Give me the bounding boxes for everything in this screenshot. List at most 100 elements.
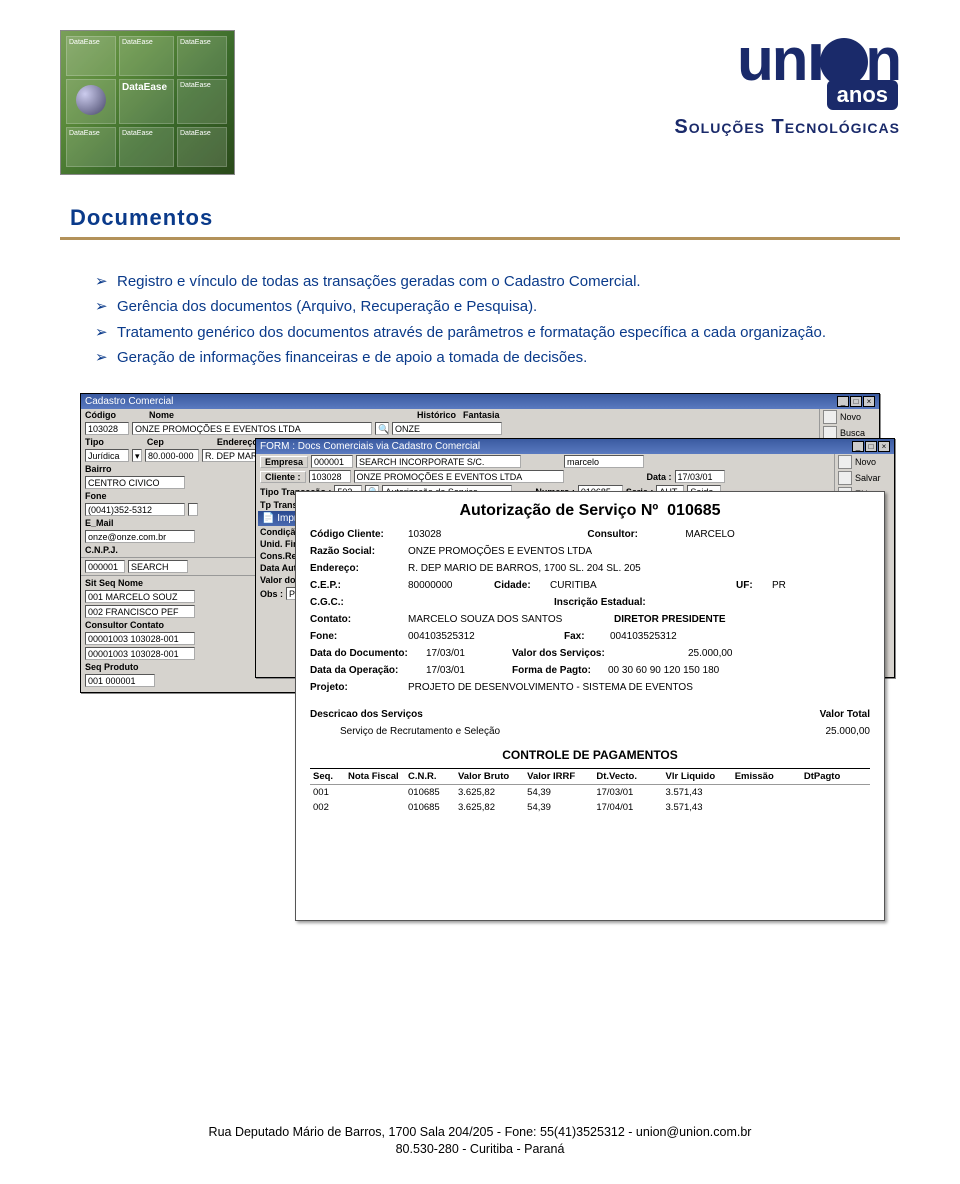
product-logo-collage: DataEase DataEase DataEase DataEase Data… <box>60 30 235 175</box>
hist-icon[interactable]: 🔍 <box>375 422 389 435</box>
logo-tile: DataEase <box>66 127 116 167</box>
lbl-fax: Fax: <box>564 631 604 642</box>
max-icon[interactable]: □ <box>850 396 862 407</box>
brand-tagline: Soluções Tecnológicas <box>674 116 900 139</box>
field-codigo[interactable]: 103028 <box>85 422 129 435</box>
section-title: Documentos <box>70 205 890 231</box>
col-liq: Vlr Liquido <box>663 771 732 782</box>
logo-tile: DataEase <box>177 127 227 167</box>
grid2-row[interactable]: 002 FRANCISCO PEF <box>85 605 195 618</box>
val-total: 25.000,00 <box>770 726 870 737</box>
lbl-cgc: C.G.C.: <box>310 597 402 608</box>
title-underline <box>60 237 900 240</box>
field-fone[interactable]: (0041)352-5312 <box>85 503 185 516</box>
lbl-consultor: Consultor: <box>587 529 679 540</box>
table-row: 002 010685 3.625,82 54,39 17/04/01 3.571… <box>310 800 870 815</box>
bullet-item: Gerência dos documentos (Arquivo, Recupe… <box>95 295 880 318</box>
window-title: FORM : Docs Comerciais via Cadastro Come… <box>260 441 480 452</box>
bullet-item: Registro e vínculo de todas as transaçõe… <box>95 270 880 293</box>
logo-tile: DataEase <box>119 79 174 124</box>
lbl-uf: UF: <box>736 580 766 591</box>
field-cliente-name[interactable]: ONZE PROMOÇÕES E EVENTOS LTDA <box>354 470 564 483</box>
field-email[interactable]: onze@onze.com.br <box>85 530 195 543</box>
col-vb: Valor Bruto <box>455 771 524 782</box>
logo-tile: DataEase <box>119 36 174 76</box>
col-vecto: Dt.Vecto. <box>593 771 662 782</box>
label-bairro: Bairro <box>85 464 112 474</box>
hdr-valor-total: Valor Total <box>770 709 870 720</box>
val-valor-serv: 25.000,00 <box>688 648 733 659</box>
brand-name: unın <box>674 30 900 84</box>
footer-line1: Rua Deputado Mário de Barros, 1700 Sala … <box>0 1124 960 1141</box>
val-projeto: PROJETO DE DESENVOLVIMENTO - SISTEMA DE … <box>408 682 693 693</box>
field-fantasia[interactable]: ONZE <box>392 422 502 435</box>
label-data: Data : <box>647 472 672 482</box>
controle-pagamentos-title: CONTROLE DE PAGAMENTOS <box>310 748 870 762</box>
field-cep[interactable]: 80.000-000 <box>145 449 199 462</box>
val-forma-pagto: 00 30 60 90 120 150 180 <box>608 665 719 676</box>
val-cargo: DIRETOR PRESIDENTE <box>614 614 726 625</box>
col-cnr: C.N.R. <box>405 771 455 782</box>
min-icon[interactable]: _ <box>852 441 864 452</box>
max-icon[interactable]: □ <box>865 441 877 452</box>
save-icon <box>838 471 852 485</box>
field-empresa-code[interactable]: 000001 <box>311 455 353 468</box>
val-endereco: R. DEP MARIO DE BARROS, 1700 SL. 204 SL.… <box>408 563 641 574</box>
grid1-name[interactable]: SEARCH <box>128 560 188 573</box>
label-cep: Cep <box>147 437 164 447</box>
val-uf: PR <box>772 580 786 591</box>
label-consultor: Consultor Contato <box>85 620 164 630</box>
val-codigo-cliente: 103028 <box>408 529 441 540</box>
col-seq: Seq. <box>310 771 345 782</box>
close-icon[interactable]: × <box>863 396 875 407</box>
table-row: 001 010685 3.625,82 54,39 17/03/01 3.571… <box>310 785 870 800</box>
cliente-button[interactable]: Cliente : <box>260 471 306 483</box>
logo-tile: DataEase <box>66 36 116 76</box>
label-cnpj: C.N.P.J. <box>85 545 118 555</box>
label-fone: Fone <box>85 491 107 501</box>
val-cep: 80000000 <box>408 580 488 591</box>
label-email: E_Mail <box>85 518 114 528</box>
col-dtpagto: DtPagto <box>801 771 870 782</box>
empresa-button[interactable]: Empresa <box>260 456 308 468</box>
tipo-dd-icon[interactable]: ▾ <box>132 449 142 462</box>
grid3-row[interactable]: 00001003 103028-001 <box>85 647 195 660</box>
lbl-cep: C.E.P.: <box>310 580 402 591</box>
min-icon[interactable]: _ <box>837 396 849 407</box>
field-user[interactable]: marcelo <box>564 455 644 468</box>
grid3-row[interactable]: 00001003 103028-001 <box>85 632 195 645</box>
field-tipo[interactable]: Jurídica <box>85 449 129 462</box>
logo-tile: DataEase <box>177 79 227 124</box>
val-fax: 004103525312 <box>610 631 677 642</box>
grid2-header: Sit Seq Nome <box>85 578 143 588</box>
brand-block: unın anos Soluções Tecnológicas <box>674 30 900 139</box>
val-contato: MARCELO SOUZA DOS SANTOS <box>408 614 608 625</box>
col-nf: Nota Fiscal <box>345 771 405 782</box>
grid1-code[interactable]: 000001 <box>85 560 125 573</box>
bullet-item: Geração de informações financeiras e de … <box>95 346 880 369</box>
lbl-projeto: Projeto: <box>310 682 402 693</box>
lbl-forma-pagto: Forma de Pagto: <box>512 665 602 676</box>
titlebar: FORM : Docs Comerciais via Cadastro Come… <box>256 439 894 454</box>
val-data-op: 17/03/01 <box>426 665 506 676</box>
lbl-endereco: Endereço: <box>310 563 402 574</box>
side-novo[interactable]: Novo <box>820 409 879 425</box>
lbl-data-doc: Data do Documento: <box>310 648 420 659</box>
field-data[interactable]: 17/03/01 <box>675 470 725 483</box>
field-nome[interactable]: ONZE PROMOÇÕES E EVENTOS LTDA <box>132 422 372 435</box>
lbl-valor-serv: Valor dos Serviços: <box>512 648 622 659</box>
col-emissao: Emissão <box>732 771 801 782</box>
field-cliente-code[interactable]: 103028 <box>309 470 351 483</box>
field-bairro[interactable]: CENTRO CIVICO <box>85 476 185 489</box>
val-fone: 004103525312 <box>408 631 558 642</box>
side-salvar[interactable]: Salvar <box>835 470 894 486</box>
logo-tile <box>66 79 116 124</box>
grid2-row[interactable]: 001 MARCELO SOUZ <box>85 590 195 603</box>
side-novo[interactable]: Novo <box>835 454 894 470</box>
label-fantasia: Fantasia <box>463 410 500 420</box>
close-icon[interactable]: × <box>878 441 890 452</box>
grid4-row[interactable]: 001 000001 <box>85 674 155 687</box>
field-empresa-name[interactable]: SEARCH INCORPORATE S/C. <box>356 455 521 468</box>
page-footer: Rua Deputado Mário de Barros, 1700 Sala … <box>0 1124 960 1158</box>
page-header: DataEase DataEase DataEase DataEase Data… <box>60 30 900 175</box>
